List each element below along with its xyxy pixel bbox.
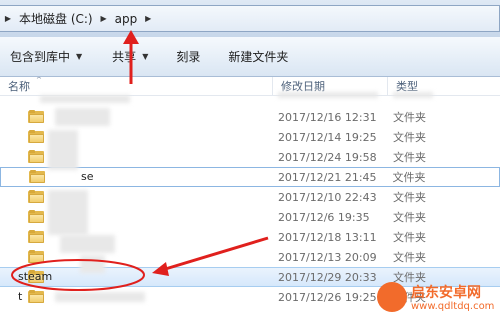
name-cell: se [1, 167, 270, 187]
name-cell [0, 147, 270, 167]
chevron-down-icon: ▼ [142, 52, 149, 61]
share-button[interactable]: 共享 ▼ [102, 45, 158, 69]
include-in-library-label: 包含到库中 [10, 50, 71, 64]
date-cell: 2017/12/24 19:58 [278, 150, 377, 164]
date-cell: 2017/12/14 19:25 [278, 130, 377, 144]
file-name: t [18, 290, 23, 303]
name-cell [0, 247, 270, 267]
new-folder-label: 新建文件夹 [228, 50, 289, 64]
address-bar-area: ▶ 本地磁盘 (C:) ▶ app ▶ [0, 0, 500, 37]
chevron-right-icon[interactable]: ▶ [140, 14, 156, 23]
date-cell: 2017/12/13 20:09 [278, 250, 377, 264]
type-cell: 文件夹 [393, 231, 426, 244]
watermark: 启东安卓网 www.qdltdq.com [377, 280, 500, 318]
date-cell: 2017/12/29 20:33 [278, 270, 377, 284]
name-cell [0, 127, 270, 147]
watermark-url: www.qdltdq.com [411, 301, 495, 312]
watermark-logo [377, 282, 407, 312]
type-cell: 文件夹 [393, 131, 426, 144]
address-bar[interactable]: ▶ 本地磁盘 (C:) ▶ app ▶ [0, 5, 500, 32]
name-cell: steam [0, 267, 270, 287]
folder-icon [28, 190, 44, 203]
blurred-name [55, 292, 145, 302]
blurred-name [80, 255, 105, 273]
share-label: 共享 [112, 50, 137, 64]
blurred-name [40, 95, 130, 103]
name-cell [0, 207, 270, 227]
sort-up-icon: ^ [36, 77, 42, 84]
type-cell: 文件夹 [393, 251, 426, 264]
include-in-library-button[interactable]: 包含到库中 ▼ [0, 45, 92, 69]
watermark-brand: 启东安卓网 [411, 285, 481, 301]
name-cell [0, 227, 270, 247]
new-folder-button[interactable]: 新建文件夹 [218, 45, 298, 69]
file-name: se [81, 170, 94, 183]
file-name: steam [18, 270, 53, 283]
type-cell: 文件夹 [393, 111, 426, 124]
folder-icon [28, 230, 44, 243]
command-toolbar: 包含到库中 ▼ 共享 ▼ 刻录 新建文件夹 [0, 37, 500, 77]
folder-icon [28, 210, 44, 223]
blurred-name [48, 190, 88, 235]
type-cell: 文件夹 [393, 191, 426, 204]
blurred-name [60, 235, 115, 253]
chevron-right-icon[interactable]: ▶ [96, 14, 112, 23]
type-cell: 文件夹 [392, 171, 426, 184]
name-cell [0, 187, 270, 207]
type-cell: 文件夹 [393, 151, 426, 164]
blurred-name [55, 108, 110, 126]
name-cell [0, 107, 270, 127]
folder-icon [28, 250, 44, 263]
burn-label: 刻录 [176, 50, 201, 64]
date-cell: 2017/12/10 22:43 [278, 190, 377, 204]
breadcrumb-drive[interactable]: 本地磁盘 (C:) [16, 10, 96, 27]
folder-icon [29, 170, 45, 183]
chevron-right-icon[interactable]: ▶ [0, 14, 16, 23]
date-cell: 2017/12/6 19:35 [278, 210, 370, 224]
folder-icon [28, 290, 44, 303]
folder-icon [28, 150, 44, 163]
folder-icon [28, 130, 44, 143]
date-cell: 2017/12/26 19:25 [278, 290, 377, 304]
type-cell: 文件夹 [393, 211, 426, 224]
table-row[interactable]: se 2017/12/21 21:45 文件夹 [0, 167, 500, 187]
burn-button[interactable]: 刻录 [166, 45, 210, 69]
date-cell: 2017/12/18 13:11 [278, 230, 377, 244]
date-cell: 2017/12/21 21:45 [277, 170, 377, 184]
date-cell: 2017/12/16 12:31 [278, 110, 377, 124]
chevron-down-icon: ▼ [76, 52, 83, 61]
blurred-name [48, 130, 78, 170]
breadcrumb-app[interactable]: app [112, 12, 141, 26]
folder-icon [28, 110, 44, 123]
